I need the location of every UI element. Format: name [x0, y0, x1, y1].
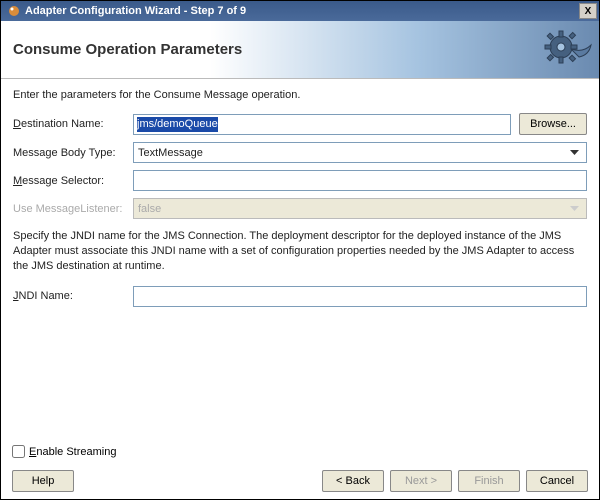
- browse-button[interactable]: Browse...: [519, 113, 587, 135]
- msgbody-value: TextMessage: [138, 147, 203, 159]
- back-button[interactable]: < Back: [322, 470, 384, 492]
- finish-button: Finish: [458, 470, 520, 492]
- streaming-label: Enable Streaming: [29, 446, 116, 458]
- destination-input-wrap: jms/demoQueue: [133, 114, 511, 135]
- row-msgbody: Message Body Type: TextMessage: [13, 142, 587, 163]
- window-title: Adapter Configuration Wizard - Step 7 of…: [25, 5, 579, 17]
- row-selector: Message Selector:: [13, 170, 587, 191]
- label-selector: Message Selector:: [13, 175, 133, 187]
- chevron-down-icon: [567, 201, 582, 216]
- label-jndi: JNDI Name:: [13, 290, 133, 302]
- wizard-header: Consume Operation Parameters: [1, 21, 599, 79]
- footer: Help < Back Next > Finish Cancel: [12, 470, 588, 492]
- jndi-description: Specify the JNDI name for the JMS Connec…: [13, 229, 587, 274]
- row-messagelistener: Use MessageListener: false: [13, 198, 587, 219]
- messagelistener-select: false: [133, 198, 587, 219]
- label-messagelistener: Use MessageListener:: [13, 203, 133, 215]
- row-jndi: JNDI Name:: [13, 286, 587, 307]
- jndi-input[interactable]: [133, 286, 587, 307]
- destination-input[interactable]: jms/demoQueue: [133, 114, 511, 135]
- gear-icon: [539, 23, 593, 77]
- title-bar: Adapter Configuration Wizard - Step 7 of…: [1, 1, 599, 21]
- row-destination: Destination Name: jms/demoQueue Browse..…: [13, 113, 587, 135]
- content-area: Enter the parameters for the Consume Mes…: [1, 79, 599, 307]
- enable-streaming-checkbox[interactable]: Enable Streaming: [12, 445, 116, 458]
- messagelistener-value: false: [138, 203, 161, 215]
- streaming-check[interactable]: [12, 445, 25, 458]
- label-msgbody: Message Body Type:: [13, 147, 133, 159]
- selector-input[interactable]: [133, 170, 587, 191]
- close-button[interactable]: X: [579, 3, 597, 19]
- help-button[interactable]: Help: [12, 470, 74, 492]
- chevron-down-icon: [567, 145, 582, 160]
- cancel-button[interactable]: Cancel: [526, 470, 588, 492]
- page-title: Consume Operation Parameters: [13, 41, 242, 58]
- msgbody-select[interactable]: TextMessage: [133, 142, 587, 163]
- label-destination: Destination Name:: [13, 118, 133, 130]
- app-icon: [7, 4, 21, 18]
- intro-text: Enter the parameters for the Consume Mes…: [13, 89, 587, 101]
- destination-value: jms/demoQueue: [137, 117, 218, 132]
- next-button: Next >: [390, 470, 452, 492]
- close-icon: X: [585, 6, 592, 17]
